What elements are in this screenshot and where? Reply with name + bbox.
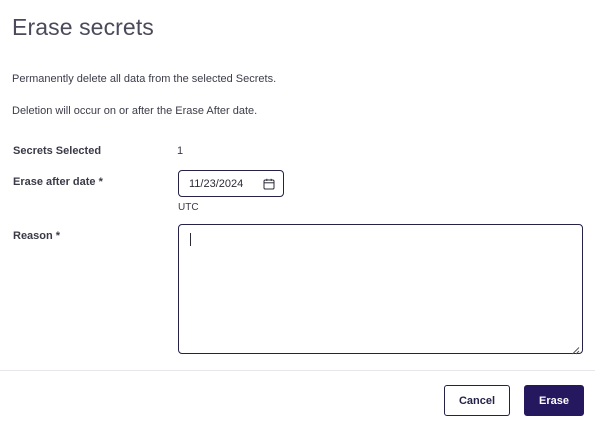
secrets-selected-label: Secrets Selected: [13, 145, 102, 157]
erase-button[interactable]: Erase: [524, 385, 584, 416]
erase-secrets-dialog: Erase secrets Permanently delete all dat…: [0, 0, 595, 428]
erase-after-date-label: Erase after date *: [13, 176, 103, 188]
dialog-description: Permanently delete all data from the sel…: [12, 73, 277, 85]
reason-label: Reason *: [13, 230, 61, 242]
reason-textarea[interactable]: [178, 224, 583, 355]
text-cursor: [190, 233, 191, 246]
dialog-title: Erase secrets: [12, 14, 154, 40]
erase-after-date-input[interactable]: 11/23/2024: [178, 170, 284, 197]
calendar-icon[interactable]: [263, 178, 275, 190]
erase-after-date-value[interactable]: 11/23/2024: [189, 178, 263, 190]
timezone-label: UTC: [178, 202, 199, 213]
dialog-deletion-note: Deletion will occur on or after the Eras…: [12, 105, 258, 117]
cancel-button[interactable]: Cancel: [444, 385, 510, 416]
footer-divider: [0, 370, 595, 371]
resize-grip-icon[interactable]: [571, 342, 580, 355]
secrets-selected-count: 1: [177, 145, 184, 157]
